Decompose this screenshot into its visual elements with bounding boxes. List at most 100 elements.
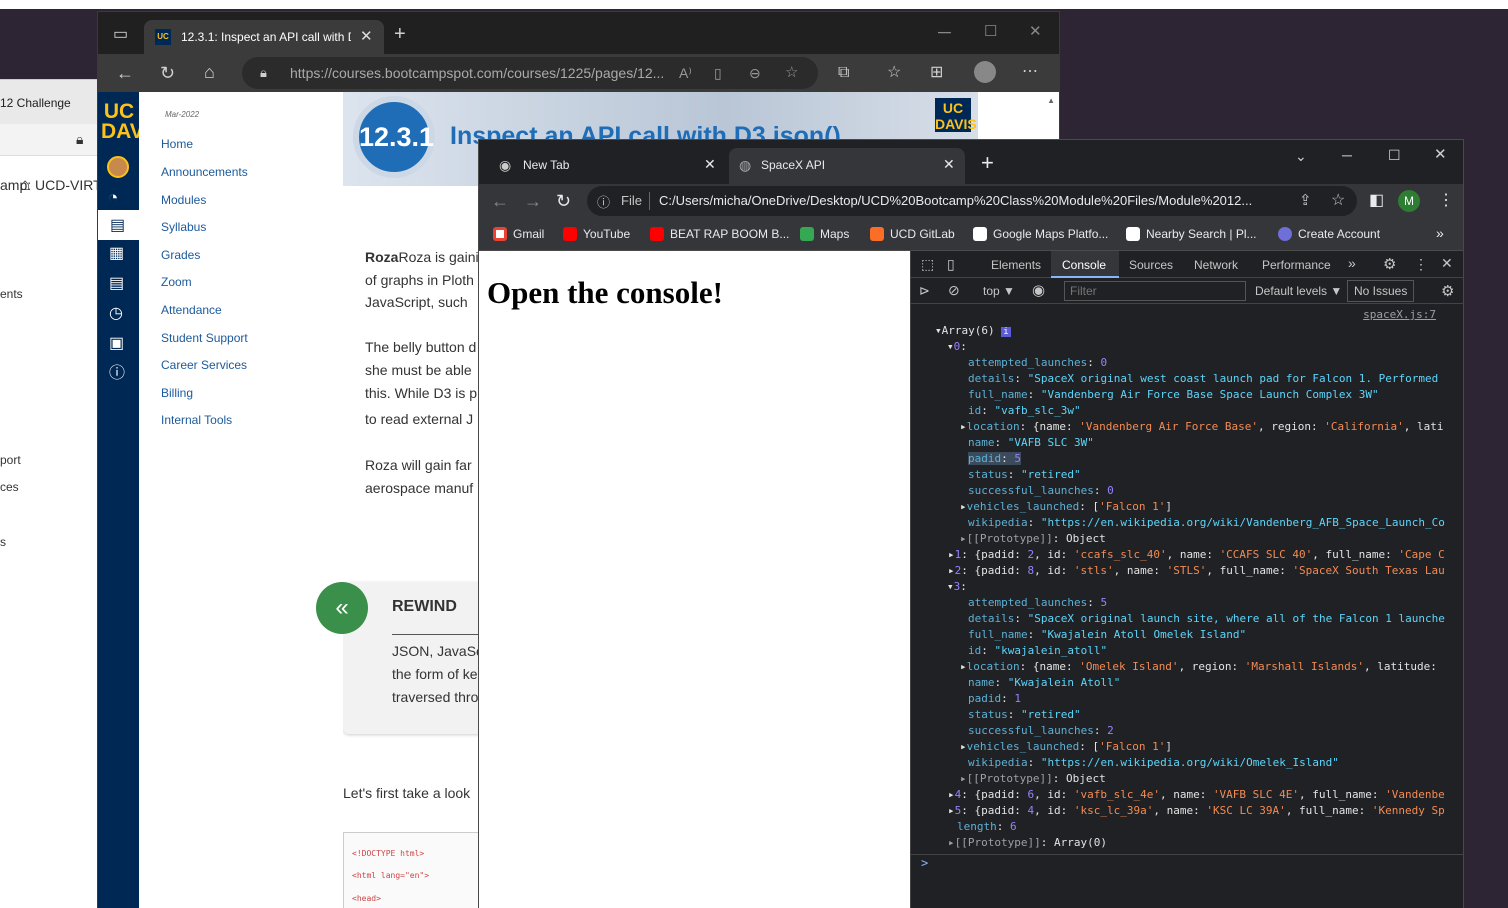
customize-menu-icon[interactable]: ⋮	[1414, 256, 1428, 273]
new-tab-icon[interactable]: +	[981, 152, 994, 174]
bookmark-nearby-search[interactable]: Nearby Search | Pl...	[1126, 227, 1257, 241]
course-nav-attendance[interactable]: Attendance	[161, 303, 222, 317]
url-text[interactable]: C:/Users/micha/OneDrive/Desktop/UCD%20Bo…	[659, 193, 1291, 208]
profile-avatar[interactable]	[974, 61, 996, 83]
device-toolbar-icon[interactable]: ▯	[947, 256, 955, 273]
console-prop[interactable]: ▸vehicles_launched: ['Falcon 1']	[911, 739, 1464, 755]
devtools-tab-performance[interactable]: Performance	[1262, 258, 1331, 272]
close-tab-icon[interactable]: ✕	[704, 156, 716, 173]
bookmark-youtube[interactable]: YouTube	[563, 227, 630, 241]
share-icon[interactable]: ⇪	[1299, 191, 1312, 209]
course-nav-modules[interactable]: Modules	[161, 193, 206, 207]
console-array-header[interactable]: ▾Array(6) i	[911, 323, 1464, 340]
extensions-icon[interactable]: ⧉	[838, 63, 849, 83]
home-icon[interactable]: ⌂	[204, 62, 215, 82]
devtools-tab-network[interactable]: Network	[1194, 258, 1238, 272]
background-tab-title[interactable]: 12 Challenge	[0, 96, 71, 110]
background-nav-link[interactable]: ents	[0, 287, 23, 301]
back-icon[interactable]: ←	[116, 63, 134, 83]
new-tab-icon[interactable]: +	[394, 24, 406, 44]
bookmark-maps[interactable]: Maps	[800, 227, 849, 241]
background-nav-link[interactable]: ces	[0, 480, 19, 494]
console-prop[interactable]: ▸[[Prototype]]: Object	[911, 771, 1464, 787]
issues-counter[interactable]: No Issues	[1347, 280, 1415, 302]
omnibox[interactable]: ⓘ File C:/Users/micha/OneDrive/Desktop/U…	[587, 186, 1357, 216]
close-window-icon[interactable]: ✕	[1434, 145, 1447, 165]
dashboard-icon[interactable]: ◔	[108, 188, 118, 208]
clear-console-icon[interactable]: ⊘	[948, 282, 960, 299]
bookmark-star-icon[interactable]: ☆	[1331, 190, 1345, 210]
reload-icon[interactable]: ↻	[556, 191, 571, 211]
courses-icon[interactable]: ▤	[110, 215, 125, 235]
back-icon[interactable]: ←	[491, 191, 509, 211]
reader-view-icon[interactable]: ▯	[714, 63, 722, 83]
course-nav-billing[interactable]: Billing	[161, 386, 193, 400]
inbox-icon[interactable]: ▤	[109, 274, 124, 294]
ucdavis-logo[interactable]: UC DAVIS	[101, 101, 164, 142]
url-text[interactable]: https://courses.bootcampspot.com/courses…	[290, 65, 670, 81]
console-prop[interactable]: ▸[[Prototype]]: Object	[911, 531, 1464, 547]
console-prop[interactable]: ▸vehicles_launched: ['Falcon 1']	[911, 499, 1464, 515]
chrome-tab-spacex-api[interactable]: ◍ SpaceX API ✕	[729, 148, 965, 184]
console-entry[interactable]: ▾3:	[911, 579, 1464, 595]
info-icon[interactable]: ⓘ	[597, 192, 610, 211]
lock-icon[interactable]: 🔒︎	[76, 131, 83, 148]
address-bar[interactable]: 🔒︎ https://courses.bootcampspot.com/cour…	[242, 57, 818, 89]
course-nav-zoom[interactable]: Zoom	[161, 275, 192, 289]
log-levels-dropdown[interactable]: Default levels ▼	[1255, 284, 1342, 298]
close-devtools-icon[interactable]: ✕	[1441, 255, 1453, 272]
console-entry[interactable]: ▸1: {padid: 2, id: 'ccafs_slc_40', name:…	[911, 547, 1464, 563]
live-expression-eye-icon[interactable]: ◉	[1032, 281, 1045, 299]
course-nav-syllabus[interactable]: Syllabus	[161, 220, 206, 234]
profile-avatar[interactable]: M	[1398, 190, 1420, 212]
help-icon[interactable]: ⓘ	[109, 364, 125, 384]
console-prop[interactable]: ▸[[Prototype]]: Array(0)	[911, 835, 1464, 851]
console-prop[interactable]: ▸location: {name: 'Vandenberg Air Force …	[911, 419, 1464, 435]
collections-icon[interactable]: ⊞	[930, 63, 943, 83]
bookmark-ucd-gitlab[interactable]: UCD GitLab	[870, 227, 955, 241]
console-settings-icon[interactable]: ⚙	[1441, 282, 1454, 300]
devtools-tab-elements[interactable]: Elements	[991, 258, 1041, 272]
context-selector[interactable]: top ▼	[983, 284, 1015, 298]
console-filter-input[interactable]	[1064, 281, 1246, 301]
bookmark-gmail[interactable]: Gmail	[493, 227, 544, 241]
refresh-icon[interactable]: ↻	[160, 63, 175, 83]
edge-tab-active[interactable]: UC 12.3.1: Inspect an API call with D3 ✕	[144, 20, 384, 54]
bookmark-google-maps-platform[interactable]: Google Maps Platfo...	[973, 227, 1108, 241]
maximize-icon[interactable]: ☐	[1388, 145, 1401, 165]
course-nav-announcements[interactable]: Announcements	[161, 165, 248, 179]
devtools-tab-console[interactable]: Console	[1062, 258, 1106, 272]
more-options-icon[interactable]: ⋯	[1022, 62, 1038, 82]
minimize-icon[interactable]: ─	[1342, 145, 1352, 165]
more-tabs-icon[interactable]: »	[1348, 255, 1356, 271]
course-nav-career-services[interactable]: Career Services	[161, 358, 247, 372]
side-panel-icon[interactable]: ◧	[1369, 191, 1384, 211]
bookmark-create-account[interactable]: Create Account	[1278, 227, 1380, 241]
background-nav-link[interactable]: s	[0, 535, 6, 549]
read-aloud-icon[interactable]: A⁾	[679, 63, 692, 83]
course-nav-internal-tools[interactable]: Internal Tools	[161, 413, 232, 427]
sidebar-toggle-icon[interactable]: ⊳	[919, 283, 930, 299]
account-avatar[interactable]	[107, 156, 129, 178]
inspect-element-icon[interactable]: ⬚	[921, 256, 934, 273]
history-icon[interactable]: ◷	[109, 304, 123, 324]
close-tab-icon[interactable]: ✕	[360, 27, 373, 45]
console-entry[interactable]: ▸2: {padid: 8, id: 'stls', name: 'STLS',…	[911, 563, 1464, 579]
maximize-icon[interactable]: ☐	[984, 22, 997, 42]
console-source-link[interactable]: spaceX.js:7	[911, 307, 1464, 323]
course-nav-student-support[interactable]: Student Support	[161, 331, 248, 345]
studio-icon[interactable]: ▣	[109, 334, 124, 354]
menu-icon[interactable]: ⋮	[1438, 191, 1454, 211]
console-prop[interactable]: ▸location: {name: 'Omelek Island', regio…	[911, 659, 1464, 675]
forward-icon[interactable]: →	[524, 191, 542, 211]
calendar-icon[interactable]: ▦	[109, 244, 124, 264]
favorites-icon[interactable]: ☆	[887, 63, 901, 83]
course-nav-home[interactable]: Home	[161, 137, 193, 151]
settings-icon[interactable]: ⚙	[1383, 255, 1396, 273]
minimize-icon[interactable]: ─	[938, 22, 951, 42]
console-prompt[interactable]: >	[921, 856, 928, 870]
scroll-up-arrow-icon[interactable]: ▲	[1047, 96, 1055, 105]
close-tab-icon[interactable]: ✕	[943, 156, 955, 173]
bookmark-beat-rap-boom[interactable]: BEAT RAP BOOM B...	[650, 227, 789, 241]
background-nav-link[interactable]: port	[0, 453, 21, 467]
